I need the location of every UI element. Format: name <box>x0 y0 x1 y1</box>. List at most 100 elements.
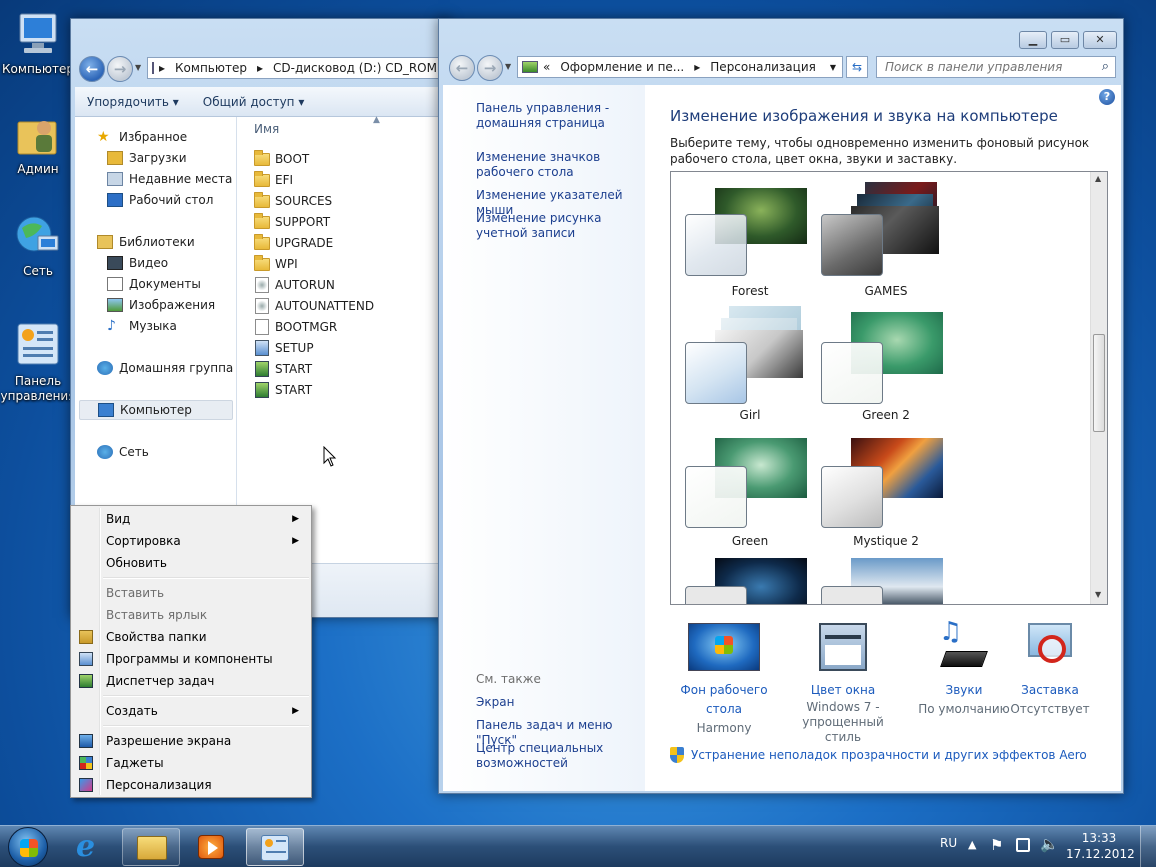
screensaver-link[interactable]: Заставка <box>995 681 1105 700</box>
theme-tile[interactable]: Green 2 <box>821 312 951 422</box>
desktop-icon-computer[interactable]: Компьютер <box>0 10 76 77</box>
scroll-down-icon[interactable]: ▼ <box>1095 590 1101 599</box>
file-item-folder[interactable]: UPGRADE <box>254 233 333 253</box>
nav-documents[interactable]: Документы <box>107 274 201 294</box>
documents-icon <box>107 277 123 291</box>
theme-tile[interactable]: Girl <box>685 306 815 422</box>
taskbar-explorer[interactable] <box>122 828 180 866</box>
refresh-button[interactable]: ⇆ <box>846 56 868 78</box>
menu-item-sort[interactable]: Сортировка ▶ <box>73 530 309 552</box>
ease-of-access-link[interactable]: Центр специальных возможностей <box>476 741 626 771</box>
theme-tile[interactable]: GAMES <box>821 182 951 298</box>
file-item-settings[interactable]: AUTOUNATTEND <box>254 296 374 316</box>
maximize-button[interactable]: ▭ <box>1051 31 1079 49</box>
nav-music[interactable]: ♪ Музыка <box>107 316 177 336</box>
nav-recent[interactable]: Недавние места <box>107 169 232 189</box>
cp-search-box[interactable]: ⌕ <box>876 56 1116 78</box>
nav-desktop[interactable]: Рабочий стол <box>107 190 213 210</box>
forward-button[interactable]: → <box>107 56 133 82</box>
explorer-address-bar[interactable]: ▸ Компьютер ▸ CD-дисковод (D:) CD_ROM ▸ <box>147 57 447 79</box>
network-tray-icon[interactable] <box>1016 838 1030 852</box>
nav-favorites[interactable]: ★ Избранное <box>97 127 187 147</box>
nav-downloads[interactable]: Загрузки <box>107 148 187 168</box>
aero-troubleshoot-row[interactable]: Устранение неполадок прозрачности и друг… <box>670 747 1087 763</box>
file-item-folder[interactable]: SUPPORT <box>254 212 330 232</box>
nav-pictures[interactable]: Изображения <box>107 295 215 315</box>
scroll-up-icon[interactable]: ▲ <box>1095 174 1101 183</box>
taskbar-media-player[interactable] <box>182 828 240 866</box>
show-desktop-button[interactable] <box>1140 826 1156 867</box>
minimize-button[interactable]: ▁ <box>1019 31 1047 49</box>
scroll-thumb[interactable] <box>1093 334 1105 432</box>
organize-menu[interactable]: Упорядочить ▾ <box>75 95 191 109</box>
history-dropdown-icon[interactable]: ▼ <box>135 63 141 72</box>
sort-ascending-icon: ▲ <box>373 115 380 125</box>
file-item-file[interactable]: BOOTMGR <box>254 317 337 337</box>
window-color-tile[interactable]: Цвет окна Windows 7 - упрощенный стиль <box>783 623 903 745</box>
language-indicator[interactable]: RU <box>940 836 957 850</box>
file-item-app[interactable]: START <box>254 359 312 379</box>
aero-troubleshoot-link[interactable]: Устранение неполадок прозрачности и друг… <box>691 748 1087 762</box>
menu-item-folder-options[interactable]: Свойства папки <box>73 626 309 648</box>
close-button[interactable]: ✕ <box>1083 31 1117 49</box>
show-hidden-icons-button[interactable]: ▲ <box>968 838 976 851</box>
menu-item-gadgets[interactable]: Гаджеты <box>73 752 309 774</box>
menu-item-task-manager[interactable]: Диспетчер задач <box>73 670 309 692</box>
forward-button[interactable]: → <box>477 55 503 81</box>
nav-video[interactable]: Видео <box>107 253 168 273</box>
file-item-settings[interactable]: AUTORUN <box>254 275 335 295</box>
desktop-icon-control-panel[interactable]: Панель управления <box>0 322 76 404</box>
desktop-icon-network[interactable]: Сеть <box>0 212 76 279</box>
file-item-setup[interactable]: SETUP <box>254 338 314 358</box>
start-button[interactable] <box>8 827 48 867</box>
theme-tile[interactable]: Green <box>685 438 815 548</box>
menu-item-personalize[interactable]: Персонализация <box>73 774 309 796</box>
breadcrumb-computer[interactable]: Компьютер <box>170 61 252 75</box>
display-link[interactable]: Экран <box>476 695 514 710</box>
nav-libraries[interactable]: Библиотеки <box>97 232 195 252</box>
window-color-link[interactable]: Цвет окна <box>783 681 903 700</box>
desktop-icon-user[interactable]: Админ <box>0 110 76 177</box>
menu-item-screen-resolution[interactable]: Разрешение экрана <box>73 730 309 752</box>
file-item-folder[interactable]: WPI <box>254 254 298 274</box>
share-menu[interactable]: Общий доступ ▾ <box>191 95 317 109</box>
desktop-background-link[interactable]: Фон рабочего стола <box>669 681 779 719</box>
theme-tile[interactable]: Forest <box>685 188 815 298</box>
nav-network[interactable]: Сеть <box>97 442 149 462</box>
theme-label: Green 2 <box>862 408 910 422</box>
menu-item-refresh[interactable]: Обновить <box>73 552 309 574</box>
breadcrumb-cd-drive[interactable]: CD-дисковод (D:) CD_ROM <box>268 61 442 75</box>
breadcrumb-overflow[interactable]: « <box>538 60 555 74</box>
change-desktop-icons-link[interactable]: Изменение значков рабочего стола <box>476 150 644 180</box>
screensaver-tile[interactable]: Заставка Отсутствует <box>995 623 1105 719</box>
history-dropdown-icon[interactable]: ▼ <box>505 62 511 71</box>
column-header-name[interactable]: Имя <box>254 122 279 136</box>
breadcrumb-appearance[interactable]: Оформление и пе... <box>555 60 689 74</box>
taskbar-internet-explorer[interactable]: e <box>62 828 120 866</box>
file-item-app[interactable]: START <box>254 380 312 400</box>
search-input[interactable] <box>877 57 1087 77</box>
file-item-folder[interactable]: SOURCES <box>254 191 332 211</box>
breadcrumb-personalization[interactable]: Персонализация <box>705 60 821 74</box>
cp-home-link[interactable]: Панель управления - домашняя страница <box>476 101 636 131</box>
back-button[interactable]: ← <box>79 56 105 82</box>
theme-tile[interactable]: Mystique 2 <box>821 438 951 548</box>
desktop-background-tile[interactable]: Фон рабочего стола Harmony <box>669 623 779 738</box>
cp-address-bar[interactable]: « Оформление и пе... ▸ Персонализация ▼ <box>517 56 843 78</box>
taskbar-control-panel[interactable] <box>246 828 304 866</box>
nav-computer[interactable]: Компьютер <box>79 400 233 420</box>
file-item-folder[interactable]: BOOT <box>254 149 309 169</box>
address-dropdown-icon[interactable]: ▼ <box>830 63 842 72</box>
change-account-picture-link[interactable]: Изменение рисунка учетной записи <box>476 211 644 241</box>
menu-item-programs[interactable]: Программы и компоненты <box>73 648 309 670</box>
menu-item-create[interactable]: Создать ▶ <box>73 700 309 722</box>
action-center-flag-icon[interactable]: ⚑ <box>990 836 1003 854</box>
themes-scrollbar[interactable]: ▲ ▼ <box>1090 172 1107 604</box>
volume-icon[interactable]: 🔈 <box>1040 835 1059 853</box>
back-button[interactable]: ← <box>449 55 475 81</box>
clock[interactable]: 13:33 17.12.2012 <box>1066 830 1135 862</box>
menu-item-view[interactable]: Вид ▶ <box>73 508 309 530</box>
file-item-folder[interactable]: EFI <box>254 170 293 190</box>
nav-homegroup[interactable]: Домашняя группа <box>97 358 233 378</box>
help-icon[interactable]: ? <box>1099 89 1115 105</box>
